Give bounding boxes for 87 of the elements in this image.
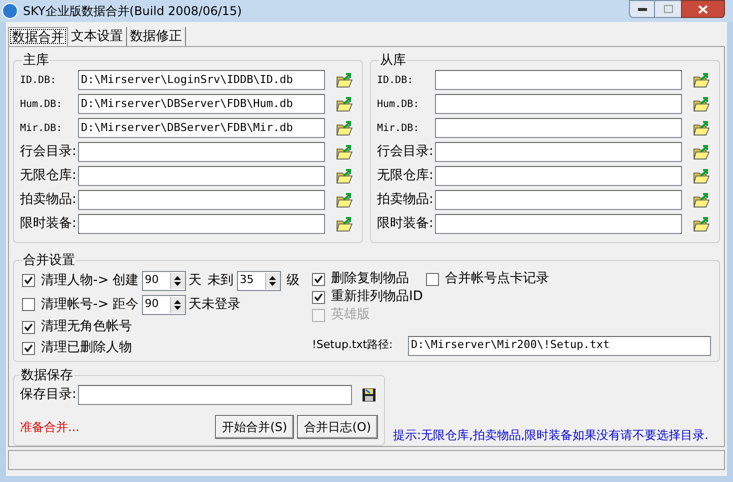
maximize-icon [664,5,672,13]
open-folder-icon[interactable] [693,72,710,88]
field-label: 限时装备: [20,215,78,234]
group-title: 从库 [379,52,407,70]
status-text: 准备合并... [20,419,80,436]
checkbox-label: 清理帐号-> 距今 [41,296,139,314]
text-field[interactable]: D:\Mirserver\Mir200\!Setup.txt [408,336,711,356]
minimize-icon [638,8,646,10]
close-icon [698,4,708,14]
group-title: 数据保存 [20,366,74,384]
open-folder-icon[interactable] [693,96,710,112]
text-field[interactable] [435,214,682,234]
field-label: 拍卖物品: [20,191,78,210]
open-folder-icon[interactable] [336,168,353,184]
text-field[interactable] [78,166,325,186]
open-folder-icon[interactable] [693,216,710,232]
text-field[interactable] [435,166,682,186]
group-title: 主库 [22,52,50,70]
text-field[interactable] [78,385,352,405]
checkbox[interactable] [22,342,35,354]
open-folder-icon[interactable] [336,96,353,112]
field-label: Hum.DB: [20,98,64,112]
open-folder-icon[interactable] [693,144,710,160]
open-folder-icon[interactable] [693,120,710,136]
text-field[interactable] [435,70,682,90]
checkbox-label: 重新排列物品ID [331,288,423,306]
number-spinner[interactable]: 90 [142,294,186,314]
checkbox[interactable] [22,274,35,287]
field-label: 行会目录: [377,143,434,162]
tab[interactable]: 数据修正 [127,26,186,46]
field-label: Mir.DB: [377,122,420,136]
checkbox-label: 清理无角色帐号 [41,318,132,336]
text-field[interactable] [435,142,682,162]
app-logo-icon [2,2,18,19]
text-field[interactable] [435,94,682,114]
open-folder-icon[interactable] [336,120,353,136]
checkbox-label: 清理人物-> 创建 [41,272,139,290]
text-field[interactable]: D:\Mirserver\LoginSrv\IDDB\ID.db [78,70,325,90]
action-button[interactable]: 开始合并(S) [215,415,294,439]
window-title: SKY企业版数据合并(Build 2008/06/15) [23,2,242,20]
checkbox-label: 清理已删除人物 [41,339,132,358]
field-label: 拍卖物品: [377,191,434,210]
checkbox-label: 英雄版 [331,306,370,324]
text-field[interactable] [78,190,325,210]
field-label: 保存目录: [20,386,76,404]
open-folder-icon[interactable] [336,192,353,208]
text-field[interactable] [435,118,682,138]
field-label: !Setup.txt路径: [312,337,394,354]
checkbox[interactable] [22,320,35,334]
open-folder-icon[interactable] [693,168,710,184]
unit-label: 级 [286,272,300,290]
text-field[interactable]: D:\Mirserver\DBServer\FDB\Hum.db [78,94,325,114]
open-folder-icon[interactable] [336,144,353,160]
text-field[interactable] [78,142,325,162]
field-label: Hum.DB: [377,98,420,112]
open-folder-icon[interactable] [693,192,710,208]
tab[interactable]: 数据合并 [8,26,68,46]
checkbox[interactable] [312,272,325,286]
text-field[interactable] [78,214,325,234]
action-button[interactable]: 合并日志(O) [297,415,378,439]
close-button[interactable] [681,0,725,18]
number-spinner[interactable]: 35 [236,270,281,290]
unit-label: 天未登录 [188,296,241,314]
text-field[interactable]: D:\Mirserver\DBServer\FDB\Mir.db [78,118,325,138]
open-folder-icon[interactable] [336,216,353,232]
checkbox-label: 合并帐号点卡记录 [445,270,549,288]
minimize-button[interactable] [629,0,655,18]
number-spinner[interactable]: 90 [142,270,186,290]
field-label: Mir.DB: [20,122,64,136]
field-label: 未到 [208,272,234,290]
tab[interactable]: 文本设置 [68,26,127,46]
checkbox[interactable] [312,290,325,304]
field-label: ID.DB: [20,74,58,88]
field-label: 无限仓库: [20,167,78,186]
text-field[interactable] [435,190,682,210]
hint-text: 提示:无限仓库,拍卖物品,限时装备如果没有请不要选择目录. [393,427,708,444]
field-label: ID.DB: [377,74,414,88]
checkbox-label: 删除复制物品 [331,270,409,288]
unit-label: 天 [188,272,202,290]
save-icon[interactable] [362,388,376,402]
checkbox[interactable] [426,272,439,286]
field-label: 无限仓库: [377,167,434,186]
group-title: 合并设置 [22,252,76,270]
open-folder-icon[interactable] [336,72,353,88]
field-label: 限时装备: [377,215,434,234]
checkbox[interactable] [22,298,35,311]
field-label: 行会目录: [20,143,78,162]
